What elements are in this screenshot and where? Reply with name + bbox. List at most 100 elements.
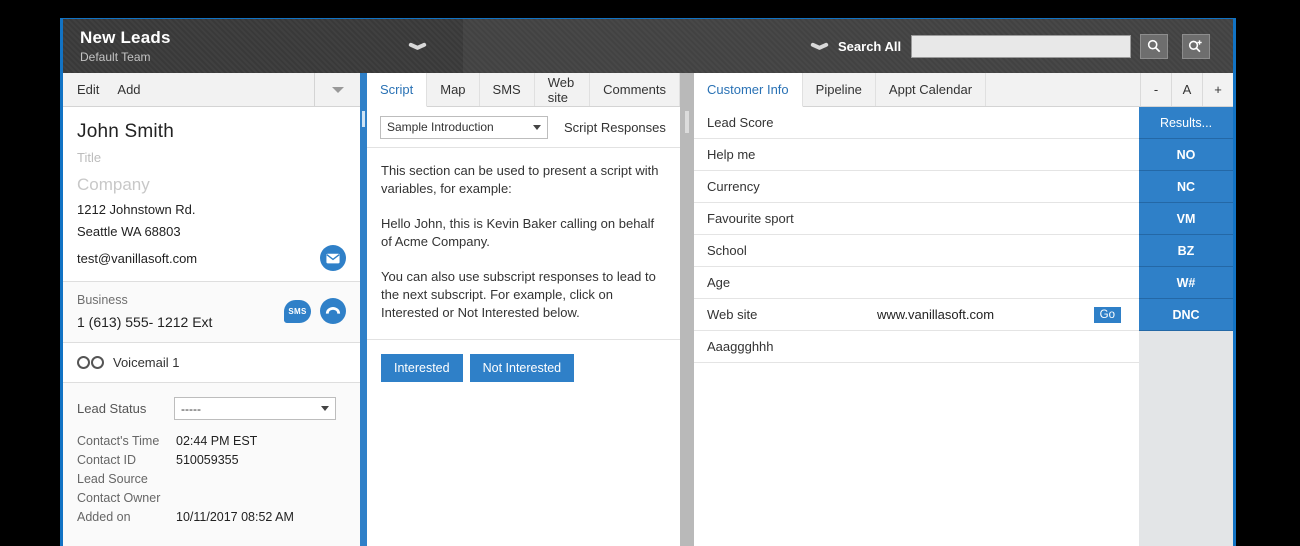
lead-status-label: Lead Status <box>77 401 147 416</box>
add-button[interactable]: Add <box>117 82 140 97</box>
result-button-bz[interactable]: BZ <box>1139 235 1233 267</box>
table-row[interactable]: Aaaggghhh <box>694 331 1139 363</box>
contact-email[interactable]: test@vanillasoft.com <box>77 251 197 266</box>
meta-label: Contact Owner <box>77 491 161 505</box>
field-label: Aaaggghhh <box>707 339 774 354</box>
edit-button[interactable]: Edit <box>77 82 99 97</box>
search-area: Search All <box>811 19 1211 73</box>
tab-pipeline[interactable]: Pipeline <box>803 73 876 106</box>
result-button-dnc[interactable]: DNC <box>1139 299 1233 331</box>
script-select[interactable]: Sample Introduction <box>380 115 548 139</box>
advanced-search-button[interactable] <box>1182 33 1211 59</box>
meta-value: 10/11/2017 08:52 AM <box>176 510 294 524</box>
tab-appt-calendar[interactable]: Appt Calendar <box>876 73 987 106</box>
search-label: Search All <box>838 38 902 54</box>
font-decrease-button[interactable]: - <box>1140 73 1171 106</box>
meta-label: Lead Source <box>77 472 148 486</box>
tab-comments[interactable]: Comments <box>590 73 680 106</box>
meta-row: Contact Owner <box>77 486 346 505</box>
tab-map[interactable]: Map <box>427 73 480 106</box>
contact-toolbar: Edit Add <box>63 73 360 107</box>
table-row[interactable]: Lead Score <box>694 107 1139 139</box>
meta-label: Contact ID <box>77 453 137 467</box>
go-button[interactable]: Go <box>1093 306 1121 323</box>
search-button[interactable] <box>1140 33 1169 59</box>
info-body: Lead Score Help me Currency Favourite sp… <box>694 107 1233 546</box>
call-button[interactable] <box>320 298 346 324</box>
left-contact-panel: Edit Add John Smith Title Company 1212 J… <box>63 73 360 546</box>
page-title: New Leads <box>80 27 171 47</box>
not-interested-button[interactable]: Not Interested <box>469 354 575 382</box>
meta-value: 02:44 PM EST <box>176 434 258 448</box>
envelope-icon <box>326 253 340 263</box>
field-label: Currency <box>707 179 760 194</box>
table-row[interactable]: School <box>694 235 1139 267</box>
search-input[interactable] <box>911 34 1132 58</box>
right-info-panel: Customer Info Pipeline Appt Calendar - A… <box>694 73 1233 546</box>
search-icon <box>1147 39 1161 53</box>
script-text: This section can be used to present a sc… <box>367 148 680 340</box>
left-panel-splitter[interactable] <box>360 73 367 546</box>
field-label: Lead Score <box>707 115 774 130</box>
center-script-panel: Script Map SMS Web site Comments Sample … <box>367 73 680 546</box>
chevron-down-icon <box>321 406 329 411</box>
field-label: Favourite sport <box>707 211 794 226</box>
field-label: Web site <box>707 307 758 322</box>
chevron-down-icon <box>331 86 344 93</box>
result-button-wnum[interactable]: W# <box>1139 267 1233 299</box>
meta-label: Contact's Time <box>77 434 160 448</box>
table-row[interactable]: Age <box>694 267 1139 299</box>
results-button[interactable]: Results... <box>1139 107 1233 139</box>
result-button-nc[interactable]: NC <box>1139 171 1233 203</box>
top-header-bar: New Leads Default Team Search All <box>63 19 1233 73</box>
script-response-buttons: Interested Not Interested <box>367 340 680 396</box>
lead-status-select[interactable]: ----- <box>174 397 336 420</box>
tab-web-site[interactable]: Web site <box>535 73 591 106</box>
contact-toolbar-menu-button[interactable] <box>314 73 360 106</box>
font-increase-button[interactable]: + <box>1202 73 1233 106</box>
contact-summary: John Smith Title Company 1212 Johnstown … <box>63 107 360 281</box>
contact-city-state-zip: Seattle WA 68803 <box>77 224 181 239</box>
result-buttons-column: Results... NO NC VM BZ W# DNC <box>1139 107 1233 546</box>
meta-row: Contact ID 510059355 <box>77 448 346 467</box>
table-row[interactable]: Currency <box>694 171 1139 203</box>
meta-label: Added on <box>77 510 131 524</box>
result-button-vm[interactable]: VM <box>1139 203 1233 235</box>
panels-container: Edit Add John Smith Title Company 1212 J… <box>63 73 1233 546</box>
tab-sms[interactable]: SMS <box>480 73 535 106</box>
lead-status-value: ----- <box>181 401 201 416</box>
script-select-value: Sample Introduction <box>387 120 494 134</box>
contact-name: John Smith <box>77 121 175 142</box>
tab-script[interactable]: Script <box>367 73 428 107</box>
voicemail-icon <box>77 356 104 369</box>
script-toolbar: Sample Introduction Script Responses <box>367 107 680 148</box>
interested-button[interactable]: Interested <box>381 354 463 382</box>
search-plus-icon <box>1189 40 1202 53</box>
voicemail-row[interactable]: Voicemail 1 <box>63 343 360 383</box>
script-paragraph: You can also use subscript responses to … <box>381 269 656 320</box>
contact-address: 1212 Johnstown Rd. <box>77 202 196 217</box>
field-label: Help me <box>707 147 756 162</box>
script-responses-link[interactable]: Script Responses <box>564 120 666 135</box>
table-row[interactable]: Help me <box>694 139 1139 171</box>
sms-button[interactable]: SMS <box>284 299 311 323</box>
result-button-no[interactable]: NO <box>1139 139 1233 171</box>
meta-row: Contact's Time 02:44 PM EST <box>77 429 346 448</box>
script-paragraph: Hello John, this is Kevin Baker calling … <box>381 216 655 249</box>
center-panel-splitter[interactable] <box>680 73 694 546</box>
campaign-title-block[interactable]: New Leads Default Team <box>63 19 463 73</box>
page-subtitle: Default Team <box>80 49 151 64</box>
field-value: www.vanillasoft.com <box>877 307 995 322</box>
meta-value: 510059355 <box>176 453 239 467</box>
chevron-down-icon[interactable] <box>409 42 426 51</box>
chevron-down-icon <box>533 124 541 130</box>
phone-section: Business 1 (613) 555- 1212 Ext SMS <box>63 281 360 343</box>
table-row-web-site[interactable]: Web site www.vanillasoft.com Go <box>694 299 1139 331</box>
email-button[interactable] <box>320 245 346 271</box>
table-row[interactable]: Favourite sport <box>694 203 1139 235</box>
field-label: Age <box>707 275 731 290</box>
field-label: School <box>707 243 747 258</box>
font-reset-button[interactable]: A <box>1171 73 1202 106</box>
search-chevron-down-icon[interactable] <box>811 42 828 51</box>
tab-customer-info[interactable]: Customer Info <box>694 73 803 107</box>
